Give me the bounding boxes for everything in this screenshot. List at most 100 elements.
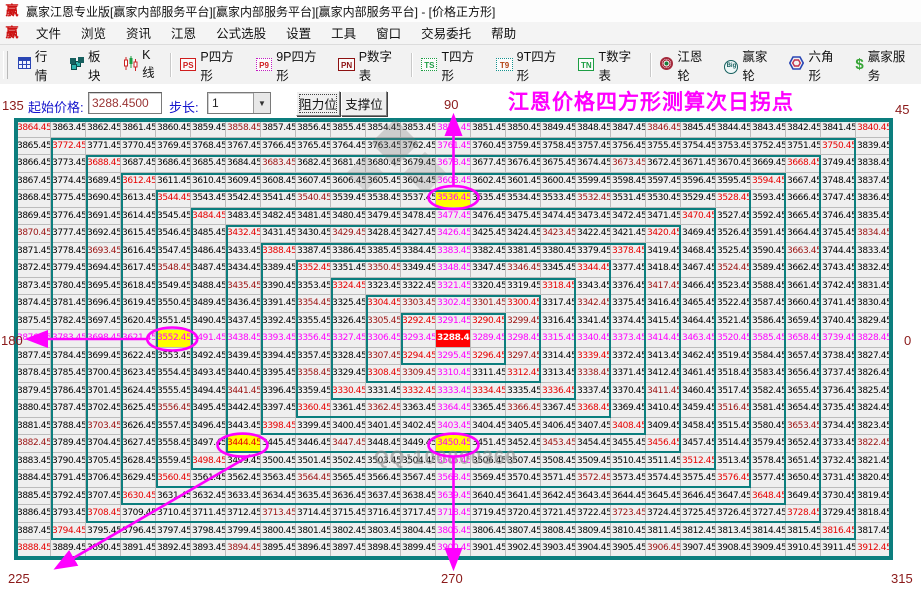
grid-cell: 3788.45 [51,418,86,436]
grid-cell: 3521.45 [716,313,751,331]
grid-cell: 3863.45 [51,120,86,138]
grid-cell: 3505.45 [436,453,471,471]
menu-item-3[interactable]: 资讯 [116,25,161,43]
grid-cell: 3409.45 [646,418,681,436]
toolbar-button-12[interactable]: 六角形 [783,43,849,87]
grid-cell: 3908.45 [716,540,751,558]
resistance-button[interactable]: 阻力位 [296,91,340,116]
grid-cell: 3630.45 [121,488,156,506]
grid-cell: 3623.45 [121,365,156,383]
toolbar-button-2[interactable]: 板块 [64,43,117,87]
menu-item-5[interactable]: 公式选股 [206,25,276,43]
toolbar-button-10[interactable]: 江恩轮 [654,43,718,87]
grid-cell: 3558.45 [156,435,191,453]
menu-item-10[interactable]: 帮助 [481,25,526,43]
chevron-down-icon[interactable]: ▼ [253,93,270,113]
grid-cell: 3641.45 [506,488,541,506]
grid-cell: 3429.45 [331,225,366,243]
menu-item-2[interactable]: 浏览 [71,25,116,43]
grid-cell: 3579.45 [751,435,786,453]
toolbar-button-1[interactable]: 行情 [12,43,64,87]
start-price-input[interactable]: 3288.4500 [88,92,162,114]
grid-cell: 3386.45 [331,243,366,261]
grid-cell: 3868.45 [16,190,51,208]
grid-cell: 3548.45 [156,260,191,278]
grid-cell: 3441.45 [226,383,261,401]
grid-cell: 3373.45 [611,330,646,348]
grid-cell: 3809.45 [576,523,611,541]
toolbar-button-label: 行情 [35,46,58,84]
grid-cell: 3584.45 [751,348,786,366]
grid-cell: 3640.45 [471,488,506,506]
grid-cell: 3449.45 [401,435,436,453]
grid-cell: 3724.45 [646,505,681,523]
grid-cell: 3885.45 [16,488,51,506]
grid-cell: 3791.45 [51,470,86,488]
toolbar-button-6[interactable]: PNP数字表 [332,43,408,87]
grid-cell: 3381.45 [506,243,541,261]
grid-cell: 3680.45 [366,155,401,173]
grid-cell: 3872.45 [16,260,51,278]
toolbar-button-13[interactable]: $赢家服务 [849,43,921,87]
grid-cell: 3363.45 [401,400,436,418]
step-select[interactable]: 1 ▼ [207,92,271,114]
grid-cell: 3434.45 [226,260,261,278]
grid-cell: 3472.45 [611,208,646,226]
grid-cell: 3636.45 [331,488,366,506]
grid-cell: 3313.45 [541,365,576,383]
grid-cell: 3612.45 [121,173,156,191]
grid-cell: 3312.45 [506,365,541,383]
grid-cell: 3810.45 [611,523,646,541]
toolbar-button-4[interactable]: PSP四方形 [174,43,250,87]
support-button[interactable]: 支撑位 [341,91,387,116]
grid-pivot-cell: 3450.45 [436,435,471,453]
grid-cell: 3294.45 [401,348,436,366]
start-price-label: 起始价格: [28,97,84,116]
grid-cell: 3849.45 [541,120,576,138]
grid-cell: 3497.45 [191,435,226,453]
grid-cell: 3899.45 [401,540,436,558]
grid-cell: 3596.45 [681,173,716,191]
toolbar-button-8[interactable]: T99T四方形 [490,43,572,87]
menu-item-4[interactable]: 江恩 [161,25,206,43]
toolbar-button-7[interactable]: TST四方形 [415,43,490,87]
grid-cell: 3440.45 [226,365,261,383]
toolbar-button-9[interactable]: TNT数字表 [572,43,647,87]
grid-cell: 3701.45 [86,383,121,401]
toolbar-grip [3,51,8,79]
grid-cell: 3777.45 [51,225,86,243]
grid-cell: 3801.45 [296,523,331,541]
grid-cell: 3763.45 [366,138,401,156]
grid-cell: 3329.45 [331,365,366,383]
grid-cell: 3554.45 [156,365,191,383]
toolbar-button-11[interactable]: Big赢家轮 [718,43,783,87]
toolbar-button-5[interactable]: P99P四方形 [250,43,332,87]
grid-cell: 3750.45 [821,138,856,156]
grid-cell: 3362.45 [366,400,401,418]
grid-cell: 3813.45 [716,523,751,541]
menu-item-8[interactable]: 窗口 [366,25,411,43]
grid-cell: 3530.45 [646,190,681,208]
grid-cell: 3732.45 [821,453,856,471]
grid-cell: 3805.45 [436,523,471,541]
grid-cell: 3790.45 [51,453,86,471]
grid-cell: 3437.45 [226,313,261,331]
grid-cell: 3865.45 [16,138,51,156]
grid-cell: 3370.45 [611,383,646,401]
grid-cell: 3447.45 [331,435,366,453]
grid-cell: 3605.45 [366,173,401,191]
toolbar-button-3[interactable]: K线 [117,45,167,84]
grid-cell: 3376.45 [611,278,646,296]
grid-cell: 3293.45 [401,330,436,348]
menu-item-1[interactable]: 文件 [26,25,71,43]
grid-cell: 3644.45 [611,488,646,506]
grid-cell: 3662.45 [786,260,821,278]
menu-item-7[interactable]: 工具 [321,25,366,43]
grid-cell: 3769.45 [156,138,191,156]
grid-cell: 3862.45 [86,120,121,138]
grid-cell: 3784.45 [51,348,86,366]
step-select-value: 1 [208,96,253,110]
menu-item-9[interactable]: 交易委托 [411,25,481,43]
grid-cell: 3310.45 [436,365,471,383]
menu-item-6[interactable]: 设置 [276,25,321,43]
